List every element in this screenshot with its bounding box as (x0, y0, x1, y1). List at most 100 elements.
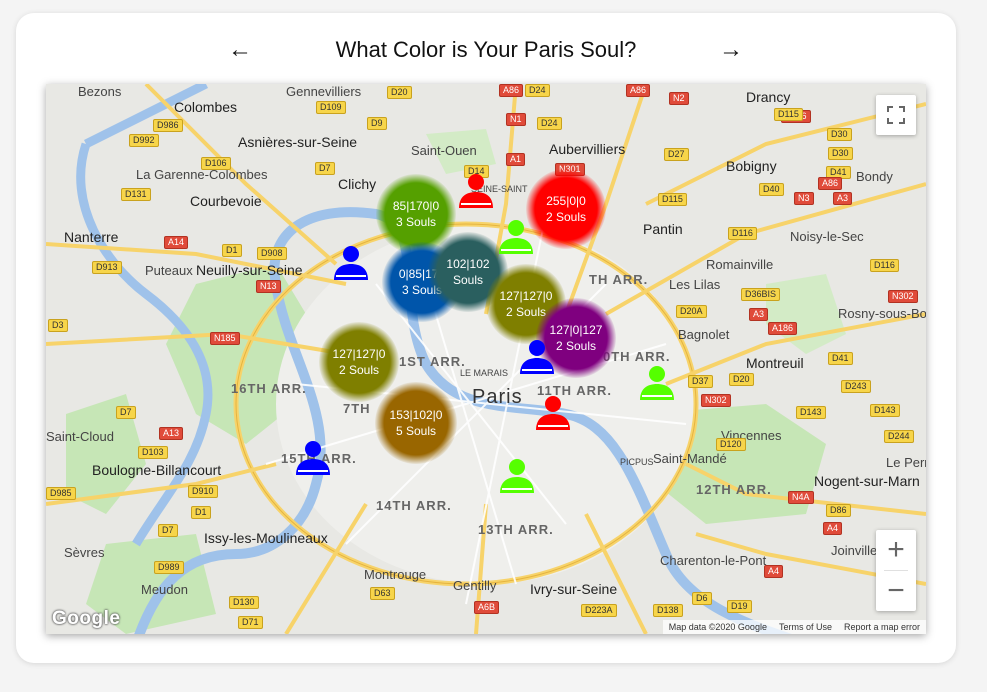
place-label: 14TH ARR. (376, 498, 452, 513)
road-badge: D115 (774, 108, 803, 121)
next-arrow-icon[interactable]: → (716, 35, 746, 65)
road-badge: D24 (525, 84, 550, 97)
person-icon[interactable] (518, 338, 556, 376)
place-label: Nanterre (64, 229, 119, 245)
place-label: Charenton-le-Pont (660, 553, 767, 568)
road-badge: D116 (870, 259, 899, 272)
place-label: TH ARR. (589, 272, 649, 287)
road-badge: D989 (154, 561, 184, 574)
place-label: Montreuil (746, 355, 804, 371)
road-badge: D7 (315, 162, 335, 175)
place-label: Aubervilliers (549, 141, 626, 157)
road-badge: A86 (818, 177, 843, 190)
road-badge: A186 (768, 322, 798, 335)
road-badge: N302 (888, 290, 918, 303)
road-badge: D143 (870, 404, 900, 417)
road-badge: D910 (188, 485, 218, 498)
place-label: Clichy (338, 176, 377, 192)
place-label: Pantin (643, 221, 683, 237)
soul-color-label: 127|127|0 (499, 289, 553, 303)
map[interactable]: Bezons Gennevilliers Colombes Asnières-sur-… (46, 84, 926, 634)
place-label: Rosny-sous-Bo (838, 306, 926, 321)
person-icon[interactable] (332, 244, 370, 282)
fullscreen-icon[interactable] (876, 95, 916, 135)
road-badge: D992 (129, 134, 159, 147)
prev-arrow-icon[interactable]: ← (225, 35, 255, 65)
road-badge: D71 (238, 616, 263, 629)
road-badge: A14 (164, 236, 189, 249)
soul-color-label: 255|0|0 (546, 194, 586, 208)
road-badge: D913 (92, 261, 122, 274)
map-footer: Map data ©2020 Google Terms of Use Repor… (662, 620, 926, 634)
road-badge: D20A (676, 305, 707, 318)
report-link[interactable]: Report a map error (844, 620, 920, 634)
road-badge: D985 (46, 487, 76, 500)
header: ← What Color is Your Paris Soul? → (16, 35, 956, 65)
place-label: Montrouge (364, 567, 427, 582)
road-badge: D115 (658, 193, 687, 206)
soul-cluster[interactable]: 255|0|0 2 Souls (526, 169, 606, 249)
road-badge: D130 (229, 596, 259, 609)
soul-color-label: 102|102 (446, 257, 490, 271)
road-badge: D244 (884, 430, 914, 443)
zoom-out-button[interactable]: − (876, 571, 916, 611)
place-label: LE MARAIS (460, 368, 509, 378)
road-badge: N3 (794, 192, 814, 205)
road-badge: A86 (499, 84, 524, 97)
place-label: Noisy-le-Sec (790, 229, 864, 244)
road-badge: A86 (626, 84, 651, 97)
soul-cluster[interactable]: 127|127|0 2 Souls (319, 322, 399, 402)
road-badge: N302 (701, 394, 731, 407)
person-icon[interactable] (294, 439, 332, 477)
road-badge: N1 (506, 113, 526, 126)
road-badge: D116 (728, 227, 757, 240)
soul-count-label: 2 Souls (505, 305, 547, 319)
road-badge: D1 (191, 506, 211, 519)
road-badge: D86 (826, 504, 851, 517)
road-badge: D24 (537, 117, 562, 130)
road-badge: D20 (387, 86, 412, 99)
place-label: Gentilly (453, 578, 497, 593)
person-icon[interactable] (497, 218, 535, 256)
road-badge: N4A (788, 491, 814, 504)
place-label: Bagnolet (678, 327, 730, 342)
road-badge: D143 (796, 406, 826, 419)
road-badge: D63 (370, 587, 395, 600)
road-badge: A3 (833, 192, 853, 205)
place-label: Sèvres (64, 545, 105, 560)
person-icon[interactable] (534, 394, 572, 432)
place-label: 1ST ARR. (399, 354, 466, 369)
road-badge: D109 (316, 101, 346, 114)
road-badge: D36BIS (741, 288, 781, 301)
place-label: Les Lilas (669, 277, 721, 292)
person-icon[interactable] (498, 457, 536, 495)
road-badge: D986 (153, 119, 183, 132)
place-label: Boulogne-Billancourt (92, 462, 222, 478)
place-label: Asnières-sur-Seine (238, 134, 358, 150)
road-badge: A3 (749, 308, 769, 321)
place-label: Nogent-sur-Marn (814, 473, 920, 489)
zoom-control: + − (876, 530, 916, 611)
person-icon[interactable] (457, 172, 495, 210)
zoom-in-button[interactable]: + (876, 530, 916, 570)
soul-count-label: 5 Souls (395, 424, 437, 438)
place-label: PICPUS (620, 457, 654, 467)
google-logo: Google (52, 608, 121, 629)
soul-color-label: 85|170|0 (392, 199, 440, 213)
road-badge: D40 (759, 183, 784, 196)
place-label: Courbevoie (190, 193, 262, 209)
soul-cluster[interactable]: 153|102|0 5 Souls (375, 382, 457, 464)
road-badge: A6B (474, 601, 500, 614)
road-badge: D103 (138, 446, 168, 459)
place-label: 7TH (343, 401, 371, 416)
person-icon[interactable] (638, 364, 676, 402)
road-badge: D1 (222, 244, 242, 257)
soul-count-label: Souls (452, 273, 484, 287)
road-badge: D27 (664, 148, 689, 161)
place-label: Puteaux (145, 263, 193, 278)
terms-link[interactable]: Terms of Use (779, 620, 832, 634)
place-label: Meudon (141, 582, 188, 597)
road-badge: A13 (159, 427, 184, 440)
road-badge: D3 (48, 319, 68, 332)
map-data-credit: Map data ©2020 Google (668, 622, 767, 632)
